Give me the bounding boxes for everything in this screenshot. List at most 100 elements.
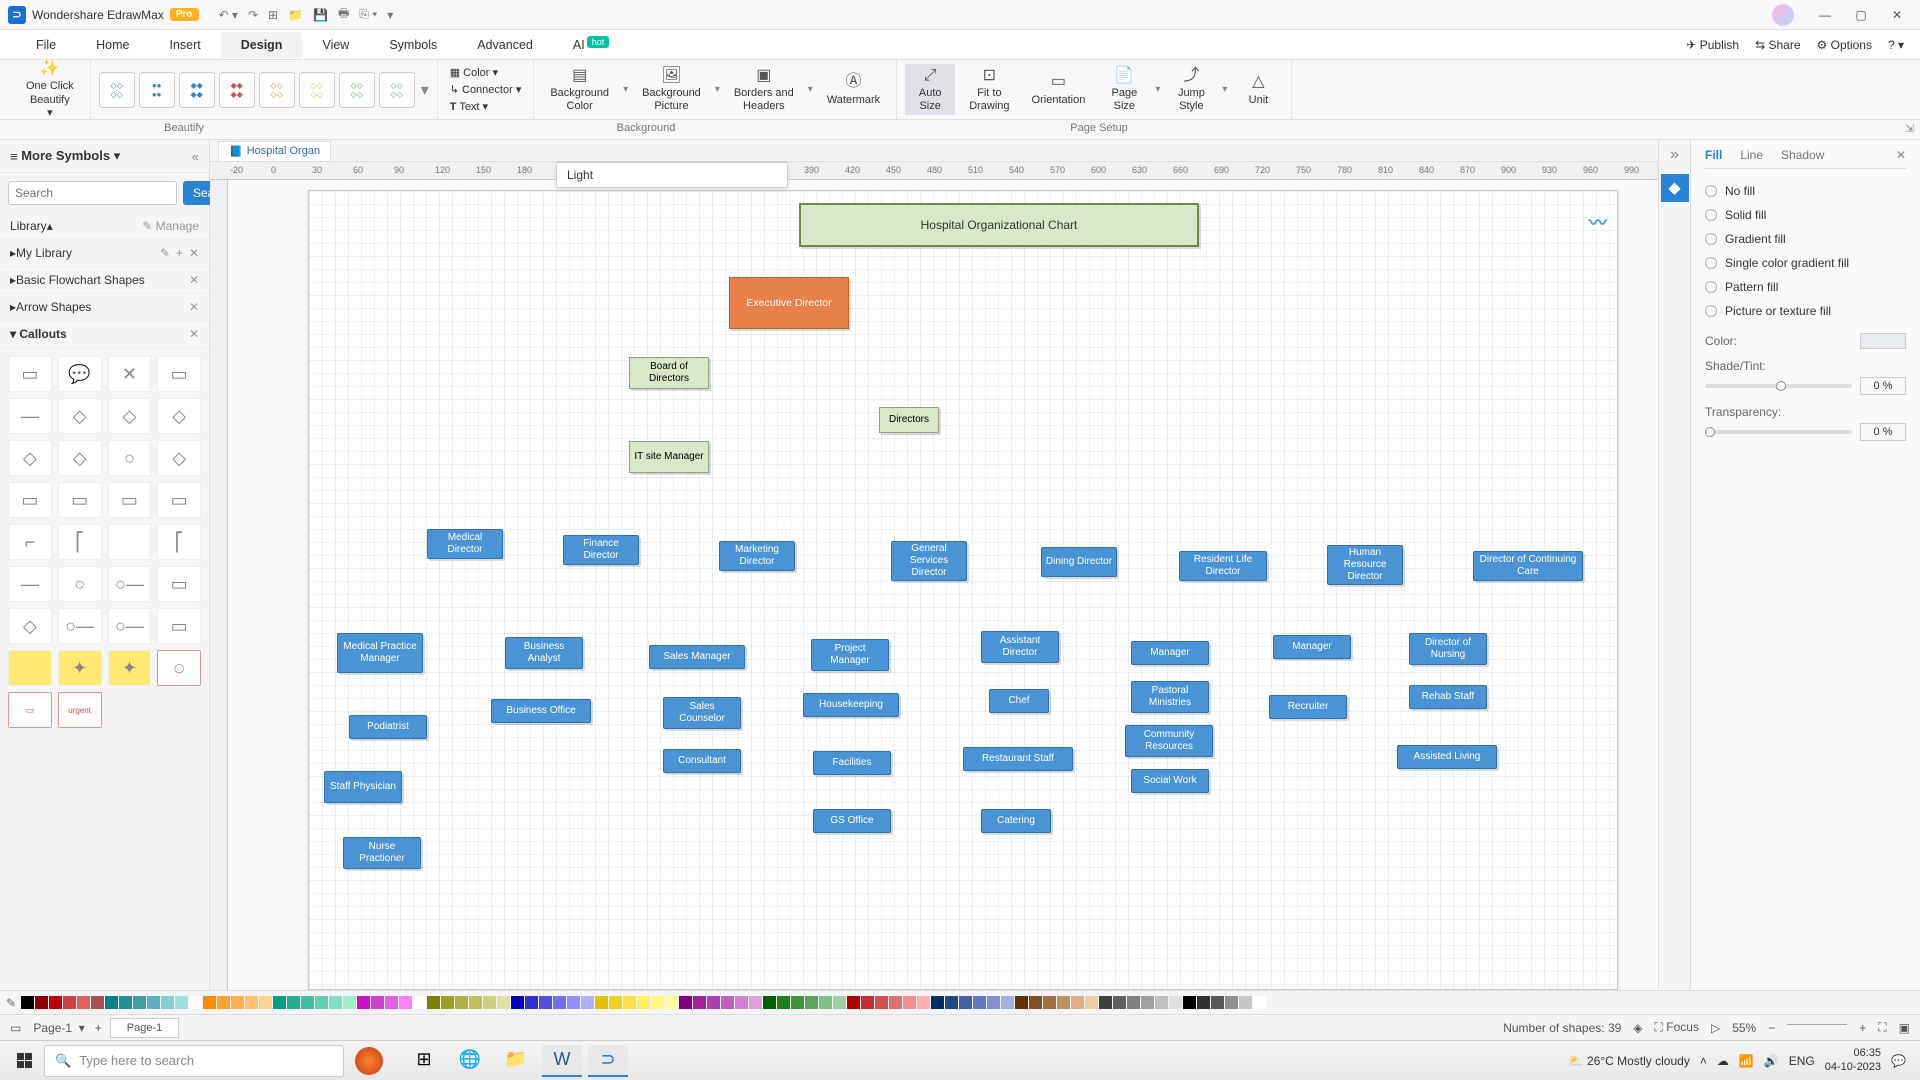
dropdown-icon[interactable]: ▾ <box>715 84 720 95</box>
palette-swatch[interactable] <box>987 996 1000 1009</box>
jump-style-button[interactable]: ⤴Jump Style <box>1166 64 1216 116</box>
close-category-icon[interactable]: ✕ <box>189 300 199 314</box>
palette-swatch[interactable] <box>973 996 986 1009</box>
palette-swatch[interactable] <box>1071 996 1084 1009</box>
theme-dropdown[interactable]: Light <box>556 162 788 188</box>
shade-value[interactable]: 0 % <box>1860 377 1906 395</box>
layout-swatch[interactable]: ◆◆◆◆ <box>219 72 255 108</box>
palette-swatch[interactable] <box>875 996 888 1009</box>
org-box[interactable]: Restaurant Staff <box>963 747 1073 771</box>
my-library-row[interactable]: ▸ My Library✎+✕ <box>0 240 209 267</box>
redo-icon[interactable]: ↷ <box>248 8 258 22</box>
callout-shape[interactable]: — <box>8 398 52 434</box>
palette-swatch[interactable] <box>763 996 776 1009</box>
transparency-slider[interactable] <box>1705 430 1852 434</box>
palette-swatch[interactable] <box>511 996 524 1009</box>
callout-shape[interactable]: ▭ <box>8 482 52 518</box>
palette-swatch[interactable] <box>301 996 314 1009</box>
org-box[interactable]: Marketing Director <box>719 541 795 571</box>
palette-swatch[interactable] <box>49 996 62 1009</box>
palette-swatch[interactable] <box>77 996 90 1009</box>
task-view-icon[interactable]: ⊞ <box>404 1045 444 1077</box>
view-mode-icon[interactable]: ▭ <box>10 1021 21 1035</box>
palette-swatch[interactable] <box>147 996 160 1009</box>
callout-shape[interactable]: ◯ <box>157 650 201 686</box>
layout-swatch[interactable]: ◇◇◇◇ <box>259 72 295 108</box>
palette-swatch[interactable] <box>63 996 76 1009</box>
callout-shape[interactable]: ◇ <box>58 440 102 476</box>
org-box[interactable]: Facilities <box>813 751 891 775</box>
background-picture-button[interactable]: 🖼Background Picture <box>634 64 709 116</box>
fill-option-none[interactable]: No fill <box>1705 179 1906 203</box>
palette-swatch[interactable] <box>189 996 202 1009</box>
org-box[interactable]: Resident Life Director <box>1179 551 1267 581</box>
palette-swatch[interactable] <box>35 996 48 1009</box>
unit-button[interactable]: △Unit <box>1233 70 1283 108</box>
callout-shape[interactable]: — <box>8 566 52 602</box>
palette-swatch[interactable] <box>329 996 342 1009</box>
callout-shape[interactable]: ▭ <box>157 356 201 392</box>
fill-tab[interactable]: Fill <box>1705 148 1722 162</box>
dropdown-icon[interactable]: ▾ <box>1155 84 1160 95</box>
callout-shape[interactable]: ◇ <box>58 398 102 434</box>
callouts-row[interactable]: ▾ Callouts✕ <box>0 321 209 348</box>
symbol-search-input[interactable] <box>8 181 177 205</box>
org-box[interactable]: Manager <box>1273 635 1351 659</box>
text-dropdown[interactable]: T Text ▾ <box>446 99 526 114</box>
edrawmax-icon[interactable]: ⊃ <box>588 1045 628 1077</box>
org-box-itsite[interactable]: IT site Manager <box>629 441 709 473</box>
palette-swatch[interactable] <box>721 996 734 1009</box>
palette-swatch[interactable] <box>581 996 594 1009</box>
org-box[interactable]: Finance Director <box>563 535 639 565</box>
palette-swatch[interactable] <box>735 996 748 1009</box>
notifications-icon[interactable]: 💬 <box>1891 1054 1906 1068</box>
background-color-button[interactable]: ▤Background Color <box>542 64 617 116</box>
page-selector[interactable]: Page-1 ▾ + <box>33 1021 101 1035</box>
palette-swatch[interactable] <box>497 996 510 1009</box>
callout-shape[interactable]: ✕ <box>108 356 152 392</box>
library-row[interactable]: Library ▴✎ Manage <box>0 213 209 240</box>
explorer-icon[interactable]: 📁 <box>496 1045 536 1077</box>
collapse-panel-icon[interactable]: « <box>192 149 199 164</box>
palette-swatch[interactable] <box>525 996 538 1009</box>
palette-swatch[interactable] <box>273 996 286 1009</box>
org-box[interactable]: Pastoral Ministries <box>1131 681 1209 713</box>
palette-swatch[interactable] <box>1043 996 1056 1009</box>
onedrive-icon[interactable]: ☁ <box>1717 1054 1729 1068</box>
org-box-executive-director[interactable]: Executive Director <box>729 277 849 329</box>
org-box[interactable]: Nurse Practioner <box>343 837 421 869</box>
palette-swatch[interactable] <box>805 996 818 1009</box>
org-box[interactable]: Chef <box>989 689 1049 713</box>
fill-option-pattern[interactable]: Pattern fill <box>1705 275 1906 299</box>
expand-right-icon[interactable]: » <box>1670 146 1679 164</box>
eyedropper-icon[interactable]: ✎ <box>6 996 16 1010</box>
layout-more-icon[interactable]: ▾ <box>421 80 429 100</box>
ribbon-expand-icon[interactable]: ⇲ <box>1899 120 1920 139</box>
palette-swatch[interactable] <box>1253 996 1266 1009</box>
maximize-button[interactable]: ▢ <box>1846 4 1876 26</box>
focus-button[interactable]: ⛶ Focus <box>1655 1020 1699 1035</box>
palette-swatch[interactable] <box>539 996 552 1009</box>
presentation-icon[interactable]: ▷ <box>1711 1021 1720 1035</box>
share-button[interactable]: ⇆ Share <box>1755 38 1800 52</box>
org-box[interactable]: Project Manager <box>811 639 889 671</box>
palette-swatch[interactable] <box>315 996 328 1009</box>
callout-shape[interactable]: ▭ <box>58 482 102 518</box>
export-icon[interactable]: ⎘ ▾ <box>359 7 377 22</box>
drawing-page[interactable]: Hospital Organizational Chart Executive … <box>308 190 1618 990</box>
callout-shape[interactable]: ○ <box>108 440 152 476</box>
wifi-icon[interactable]: 📶 <box>1739 1054 1754 1068</box>
org-box[interactable]: General Services Director <box>891 541 967 581</box>
palette-swatch[interactable] <box>119 996 132 1009</box>
palette-swatch[interactable] <box>1141 996 1154 1009</box>
org-box[interactable]: Human Resource Director <box>1327 545 1403 585</box>
palette-swatch[interactable] <box>133 996 146 1009</box>
open-icon[interactable]: 📁 <box>288 8 303 22</box>
org-box[interactable]: Business Office <box>491 699 591 723</box>
org-box[interactable]: Housekeeping <box>803 693 899 717</box>
new-lib-icon[interactable]: + <box>176 246 183 260</box>
orientation-button[interactable]: ▭Orientation <box>1024 70 1094 108</box>
connector-dropdown[interactable]: ↳ Connector ▾ <box>446 82 526 97</box>
taskbar-search[interactable]: 🔍Type here to search <box>44 1045 344 1077</box>
org-box[interactable]: Assisted Living <box>1397 745 1497 769</box>
